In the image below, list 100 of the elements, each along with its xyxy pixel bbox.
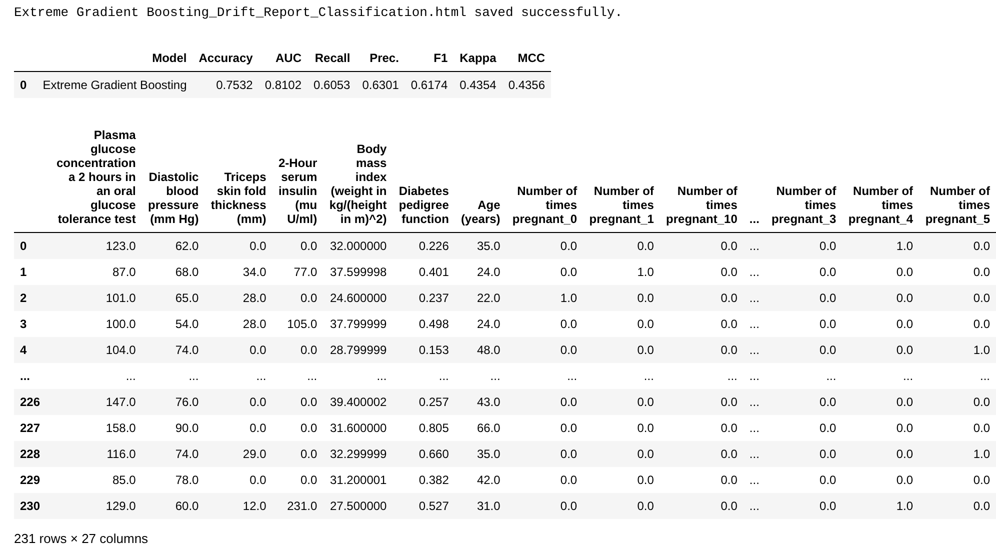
table-cell: 65.0: [142, 285, 205, 311]
table-cell: ...: [842, 363, 920, 389]
table-cell: ...: [743, 285, 766, 311]
table-cell: 0.0: [506, 493, 584, 519]
table-cell: 29.0: [204, 441, 272, 467]
table-cell: 0.0: [660, 389, 744, 415]
table-cell: 0.0: [765, 467, 842, 493]
table-cell: 24.0: [454, 259, 506, 285]
table-cell: 62.0: [142, 232, 205, 259]
table-cell: 0.527: [392, 493, 455, 519]
table-cell: 0.401: [392, 259, 455, 285]
table-cell: 0.0: [272, 285, 324, 311]
table-cell: 28.0: [204, 311, 272, 337]
table-cell: 32.000000: [323, 232, 393, 259]
table-cell: 12.0: [204, 493, 272, 519]
table-cell: 0.0: [842, 415, 920, 441]
table-cell: 0.0: [583, 467, 660, 493]
table-cell: 0.0: [660, 337, 744, 363]
table-cell: ...: [454, 363, 506, 389]
row-index: 0: [14, 72, 37, 98]
table-cell: 74.0: [142, 441, 205, 467]
table-cell: ...: [919, 363, 996, 389]
table-cell: ...: [743, 389, 766, 415]
table-cell: ...: [743, 493, 766, 519]
table-cell: 0.0: [506, 232, 584, 259]
table-cell: ...: [660, 363, 744, 389]
table-cell: 54.0: [142, 311, 205, 337]
table-cell: 0.0: [919, 285, 996, 311]
table-cell: 0.0: [660, 232, 744, 259]
table-cell: 0.0: [204, 232, 272, 259]
table-cell: 0.0: [204, 337, 272, 363]
table-cell: 0.0: [842, 285, 920, 311]
table-cell: ...: [765, 363, 842, 389]
table-cell: 42.0: [454, 467, 506, 493]
table-cell: 0.0: [272, 232, 324, 259]
table-cell: 0.0: [583, 337, 660, 363]
table-cell: 24.600000: [323, 285, 393, 311]
table-cell: 0.0: [765, 389, 842, 415]
table-cell: ...: [743, 311, 766, 337]
table-cell: 27.500000: [323, 493, 393, 519]
table-cell: ...: [204, 363, 272, 389]
table-cell: 0.0: [919, 389, 996, 415]
table-cell: 0.6301: [356, 72, 405, 98]
table-cell: 0.0: [765, 441, 842, 467]
table-cell: 147.0: [50, 389, 142, 415]
table-cell: 0.257: [392, 389, 455, 415]
table-cell: 0.0: [765, 415, 842, 441]
table-cell: 1.0: [583, 259, 660, 285]
table-cell: 0.0: [506, 467, 584, 493]
table-cell: 48.0: [454, 337, 506, 363]
table-cell: 0.0: [272, 337, 324, 363]
table-cell: 231.0: [272, 493, 324, 519]
table-cell: 31.0: [454, 493, 506, 519]
table-cell: 0.226: [392, 232, 455, 259]
table-cell: 37.599998: [323, 259, 393, 285]
table-cell: 0.0: [506, 259, 584, 285]
row-index: 4: [14, 337, 50, 363]
table-cell: 0.0: [919, 232, 996, 259]
table-cell: 129.0: [50, 493, 142, 519]
table-cell: 0.660: [392, 441, 455, 467]
table-cell: 35.0: [454, 232, 506, 259]
table-cell: 0.0: [204, 467, 272, 493]
row-index: 230: [14, 493, 50, 519]
table-cell: 39.400002: [323, 389, 393, 415]
table-cell: 78.0: [142, 467, 205, 493]
table-cell: 0.0: [583, 311, 660, 337]
table-cell: ...: [743, 232, 766, 259]
row-index: 0: [14, 232, 50, 259]
status-message: Extreme Gradient Boosting_Drift_Report_Classification.html saved successfully.: [14, 4, 624, 21]
table-cell: 0.0: [660, 259, 744, 285]
table-cell: 0.0: [765, 232, 842, 259]
table-cell: ...: [583, 363, 660, 389]
table-cell: 0.0: [919, 467, 996, 493]
table-cell: 116.0: [50, 441, 142, 467]
table-cell: 0.0: [272, 389, 324, 415]
table-cell: 0.0: [842, 467, 920, 493]
table-cell: 101.0: [50, 285, 142, 311]
table-cell: 77.0: [272, 259, 324, 285]
table-cell: 0.0: [842, 259, 920, 285]
row-index: 226: [14, 389, 50, 415]
table-cell: 0.0: [842, 337, 920, 363]
table-cell: 37.799999: [323, 311, 393, 337]
table-cell: 0.6053: [308, 72, 356, 98]
table-cell: ...: [323, 363, 393, 389]
table-cell: 0.0: [660, 467, 744, 493]
table-cell: 1.0: [919, 441, 996, 467]
table-cell: 0.0: [765, 493, 842, 519]
table-cell: 0.0: [583, 493, 660, 519]
table-cell: 0.0: [506, 337, 584, 363]
table-cell: 0.0: [919, 493, 996, 519]
table-cell: ...: [392, 363, 455, 389]
table-cell: 0.0: [660, 311, 744, 337]
row-index: 1: [14, 259, 50, 285]
table-cell: 0.0: [583, 389, 660, 415]
table-cell: 35.0: [454, 441, 506, 467]
table-cell: 1.0: [919, 337, 996, 363]
table-cell: 0.0: [204, 415, 272, 441]
table-cell: 0.0: [660, 415, 744, 441]
table-cell: 85.0: [50, 467, 142, 493]
table-cell: 0.0: [660, 441, 744, 467]
